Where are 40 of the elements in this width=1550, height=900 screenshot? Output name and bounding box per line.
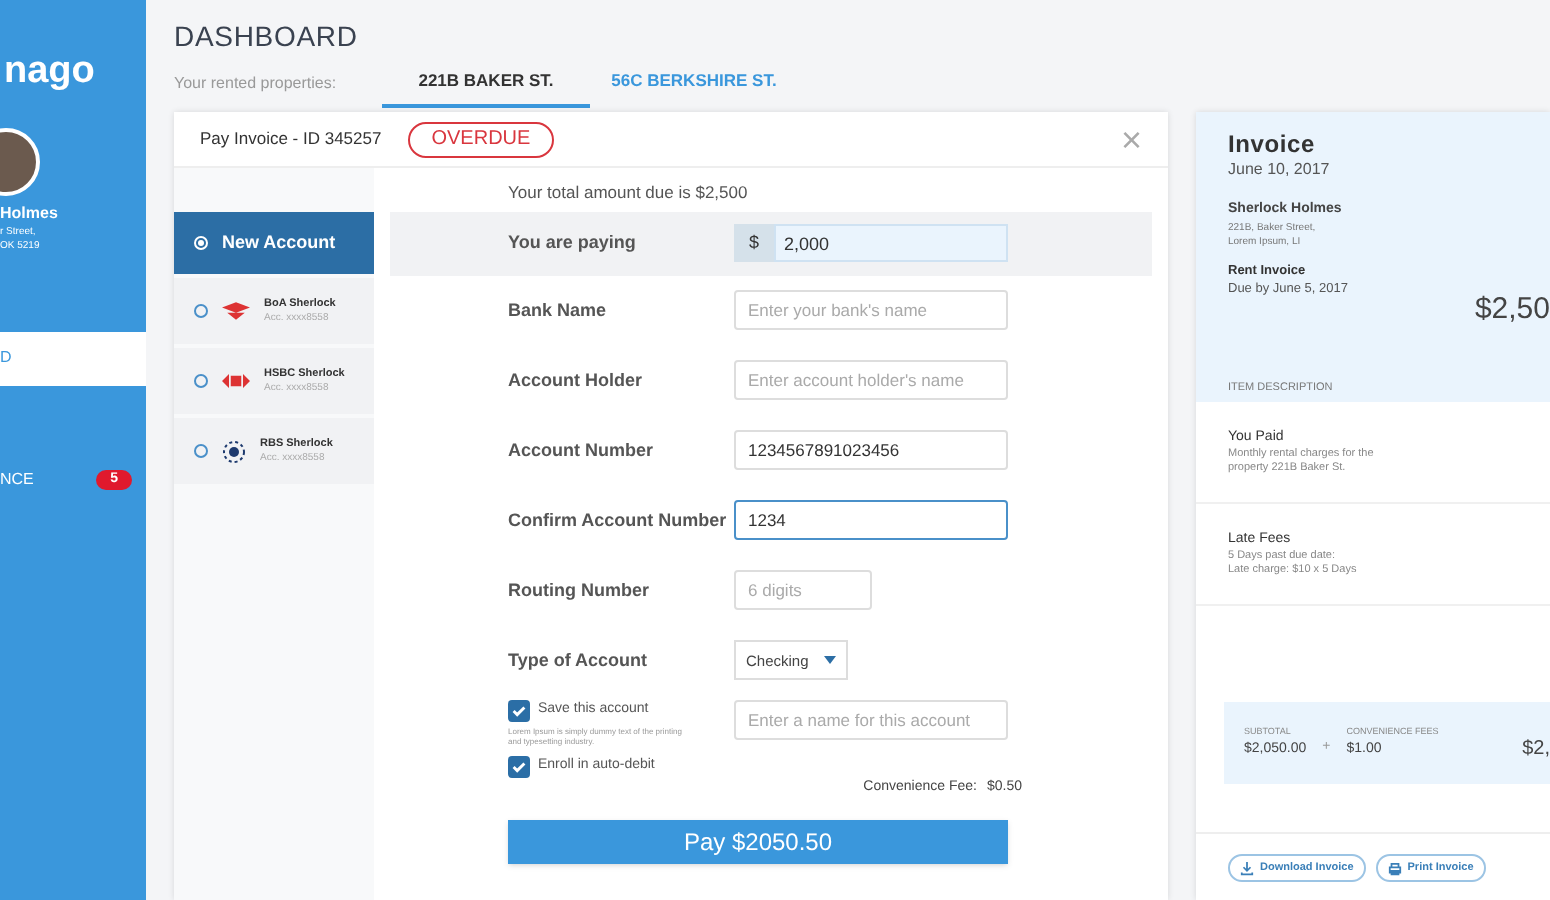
- property-tab[interactable]: 221B BAKER ST.: [382, 58, 590, 108]
- logo: nago: [4, 48, 97, 96]
- checkbox[interactable]: [508, 755, 530, 778]
- checkbox[interactable]: [508, 699, 530, 722]
- radio-button[interactable]: [194, 374, 208, 388]
- page-title: DASHBOARD: [174, 18, 360, 56]
- flag-logo-icon: [222, 302, 250, 320]
- input-field[interactable]: Enter a name for this account: [734, 699, 1008, 740]
- field-label: You are paying: [508, 230, 638, 256]
- printer-icon: [1387, 861, 1402, 875]
- radio-button[interactable]: [194, 444, 208, 458]
- status-badge: OVERDUE: [407, 121, 555, 157]
- input-field[interactable]: Enter account holder's name: [734, 360, 1008, 401]
- input-field[interactable]: Enter your bank's name: [734, 290, 1008, 331]
- field-label: Account Number: [508, 437, 656, 463]
- input-field[interactable]: 1234: [734, 500, 1008, 541]
- field-label: Routing Number: [508, 577, 651, 604]
- input-field[interactable]: 6 digits: [734, 570, 872, 611]
- properties-label: Your rented properties:: [174, 72, 339, 96]
- field-label: Bank Name: [508, 297, 609, 323]
- field-label: Type of Account: [508, 647, 649, 674]
- download-icon: [1240, 861, 1254, 875]
- invoice-amount: $2,50: [1474, 290, 1550, 330]
- amount-field[interactable]: 2,000: [774, 224, 1008, 263]
- currency-sign: $: [734, 224, 774, 263]
- input-field[interactable]: 1234567891023456: [734, 430, 1008, 471]
- field-label: Account Holder: [508, 367, 645, 393]
- total-due-text: Your total amount due is $2,500: [506, 180, 750, 206]
- account-name: New Account: [222, 229, 336, 256]
- caret-icon: [824, 656, 836, 665]
- radio-button[interactable]: [194, 304, 208, 318]
- account-option[interactable]: New Account: [174, 212, 374, 274]
- invoice-date: June 10, 2017: [1228, 158, 1332, 182]
- modal-title: Pay Invoice - ID 345257: [200, 126, 382, 152]
- user-name: Holmes: [0, 201, 60, 225]
- field-label: Confirm Account Number: [508, 507, 729, 533]
- dotted-circle-logo-icon: [222, 439, 246, 463]
- invoice-title: Invoice: [1228, 132, 1317, 158]
- hexagon-logo-icon: [222, 374, 250, 388]
- total-amount: $2,: [1522, 735, 1550, 763]
